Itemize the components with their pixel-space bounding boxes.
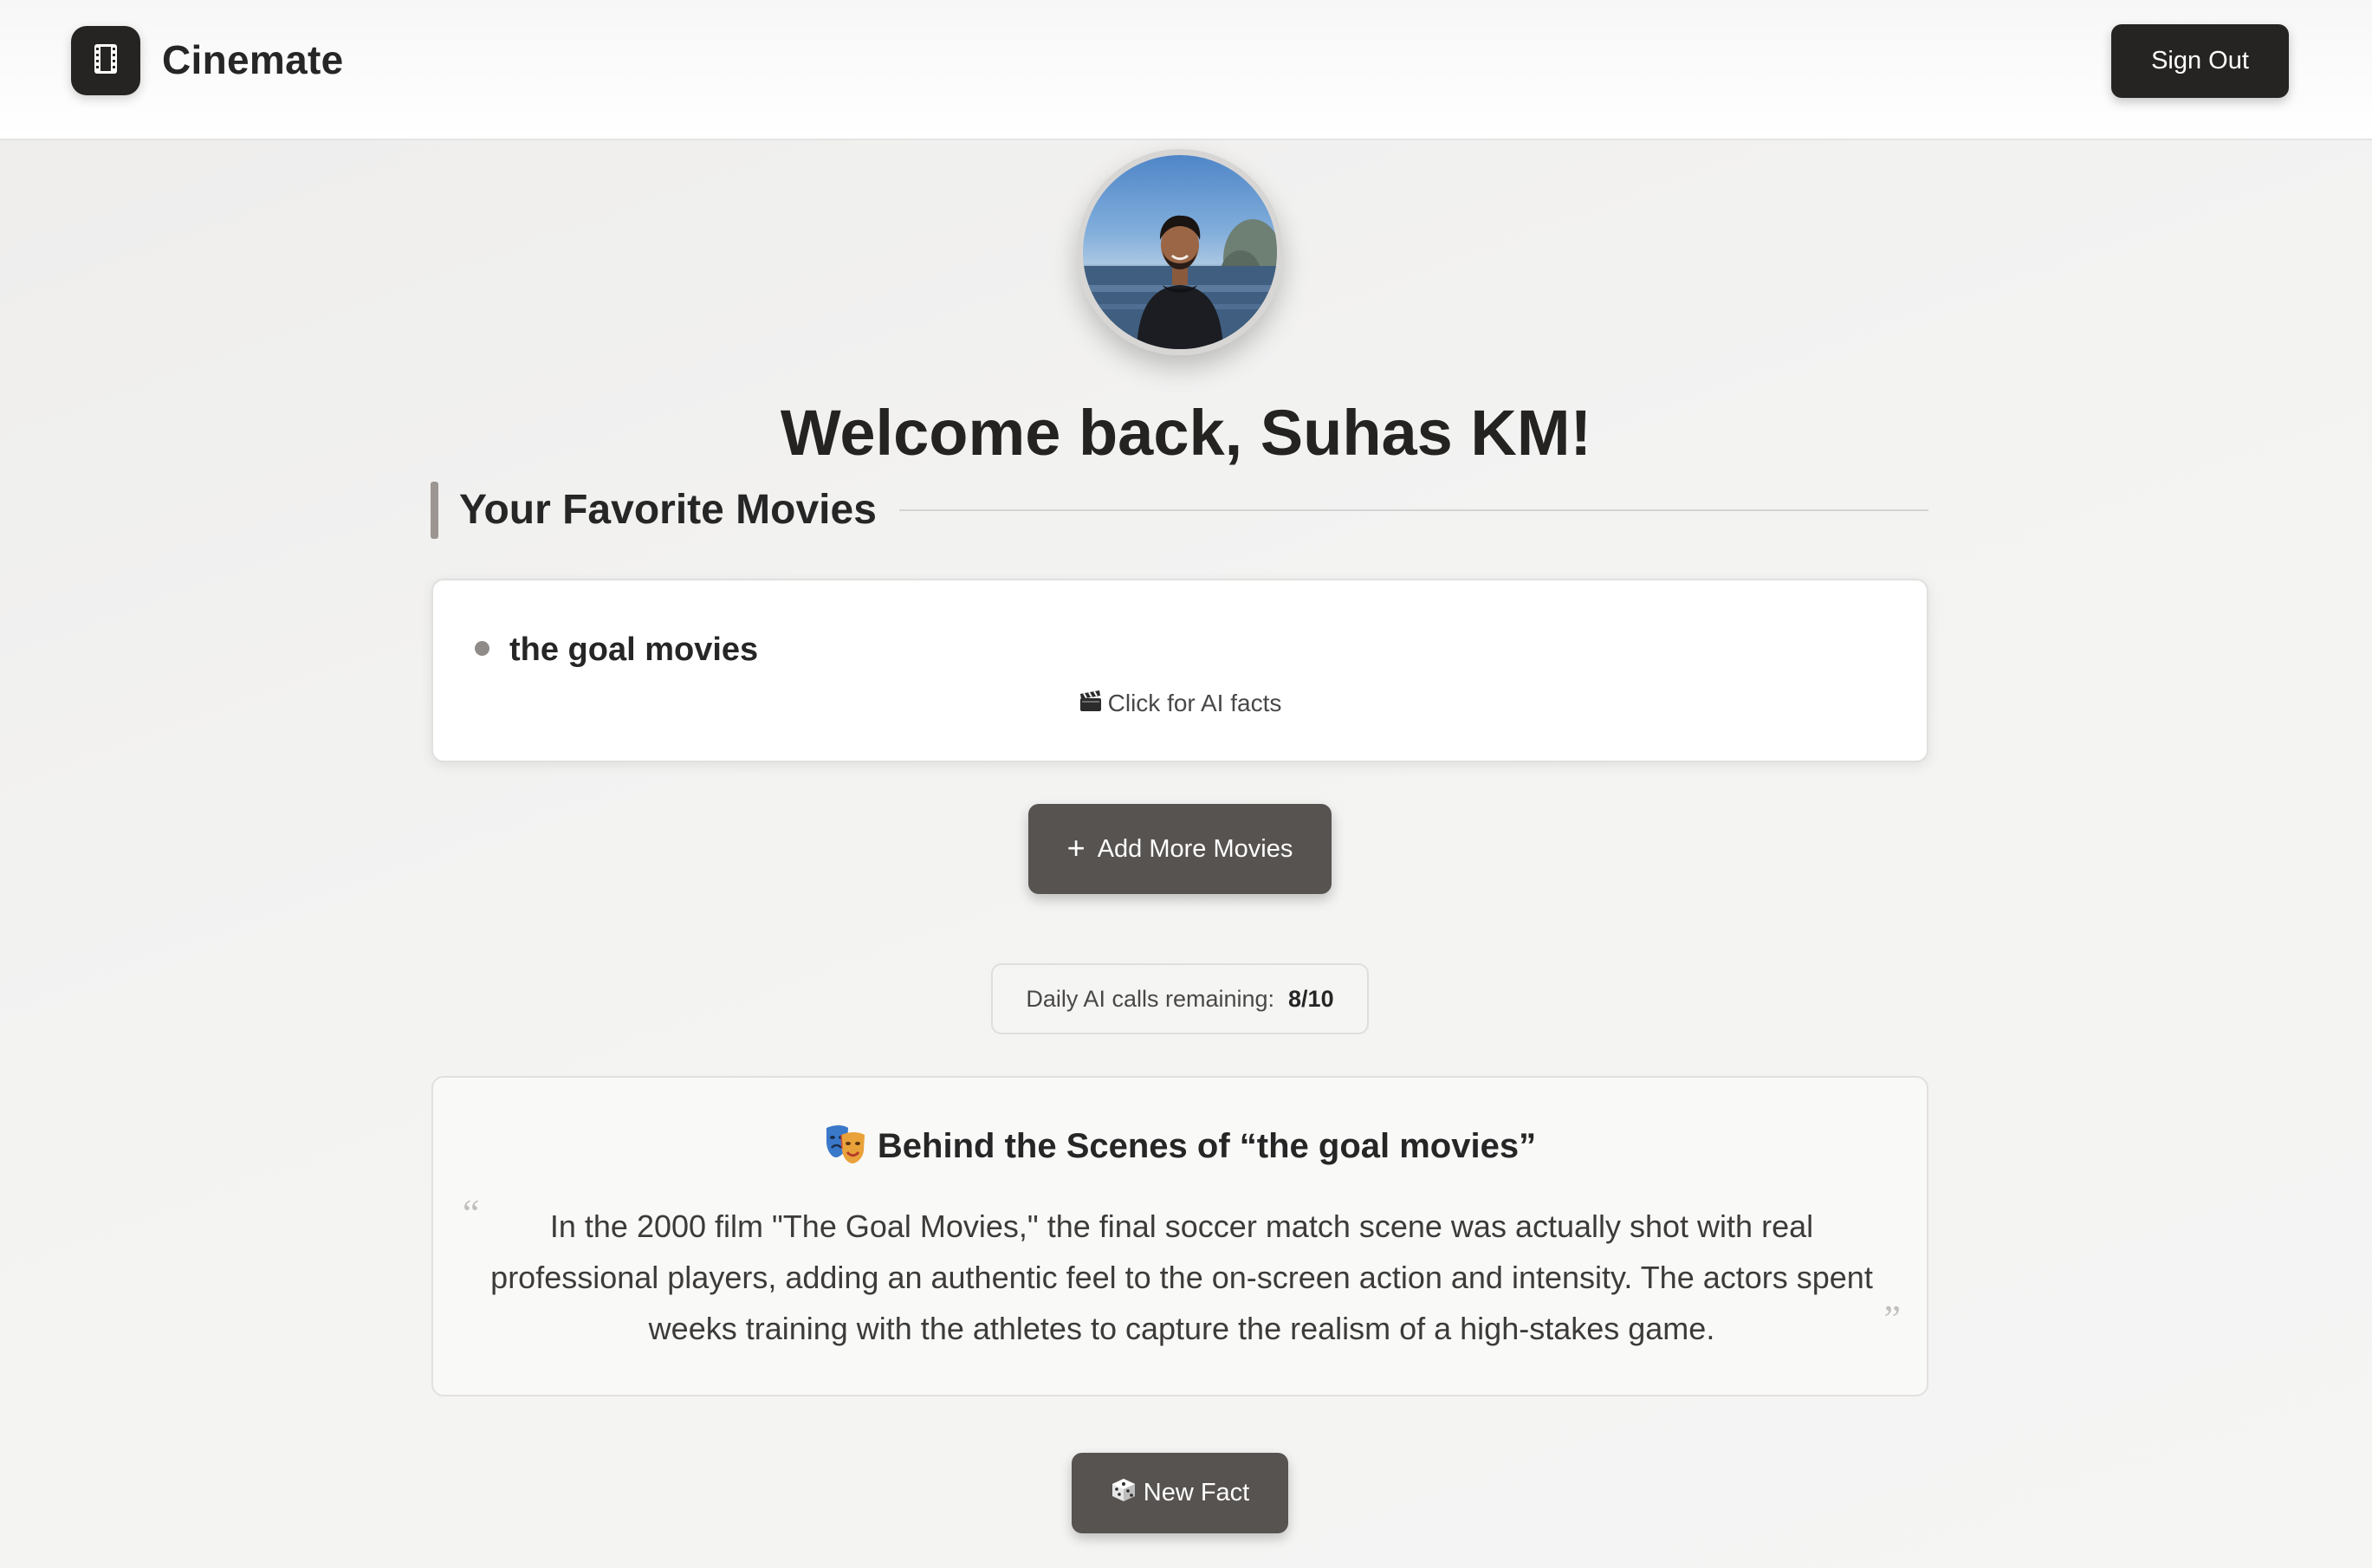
ai-quota-badge: Daily AI calls remaining: 8/10 <box>991 963 1369 1034</box>
logo[interactable] <box>71 26 140 95</box>
fact-card: Behind the Scenes of “the goal movies” “… <box>431 1076 1928 1396</box>
clapperboard-icon <box>1079 688 1103 722</box>
new-fact-label: New Fact <box>1143 1479 1250 1506</box>
avatar-image <box>1083 215 1277 349</box>
fact-text: In the 2000 film "The Goal Movies," the … <box>490 1208 1873 1346</box>
quota-value: 8/10 <box>1288 985 1334 1012</box>
bullet-icon <box>475 641 489 656</box>
fact-title: Behind the Scenes of “the goal movies” <box>433 1123 1927 1176</box>
close-quote-icon: ” <box>1883 1298 1901 1340</box>
avatar <box>1077 149 1283 355</box>
ai-facts-hint-text: Click for AI facts <box>1107 690 1282 716</box>
app-title[interactable]: Cinemate <box>162 33 343 87</box>
top-header: Cinemate Sign Out <box>0 0 2372 140</box>
theater-masks-icon <box>824 1123 867 1176</box>
dice-icon <box>1111 1477 1137 1510</box>
movie-card[interactable]: the goal movies Click for AI facts <box>431 579 1928 762</box>
add-more-movies-button[interactable]: + Add More Movies <box>1028 804 1332 894</box>
plus-icon: + <box>1066 829 1086 865</box>
section-accent-bar <box>431 482 438 539</box>
add-more-movies-label: Add More Movies <box>1097 834 1293 863</box>
divider <box>899 509 1928 511</box>
new-fact-button[interactable]: New Fact <box>1072 1453 1288 1533</box>
section-title: Your Favorite Movies <box>459 487 877 533</box>
fact-title-text: Behind the Scenes of “the goal movies” <box>877 1127 1537 1165</box>
quota-label: Daily AI calls remaining: <box>1026 985 1275 1012</box>
welcome-heading: Welcome back, Suhas KM! <box>780 397 1592 469</box>
movie-title[interactable]: the goal movies <box>509 628 758 671</box>
film-icon <box>92 42 120 80</box>
sign-out-button[interactable]: Sign Out <box>2111 24 2289 98</box>
ai-facts-hint[interactable]: Click for AI facts <box>433 686 1927 722</box>
favorites-section-header: Your Favorite Movies <box>431 482 1928 539</box>
